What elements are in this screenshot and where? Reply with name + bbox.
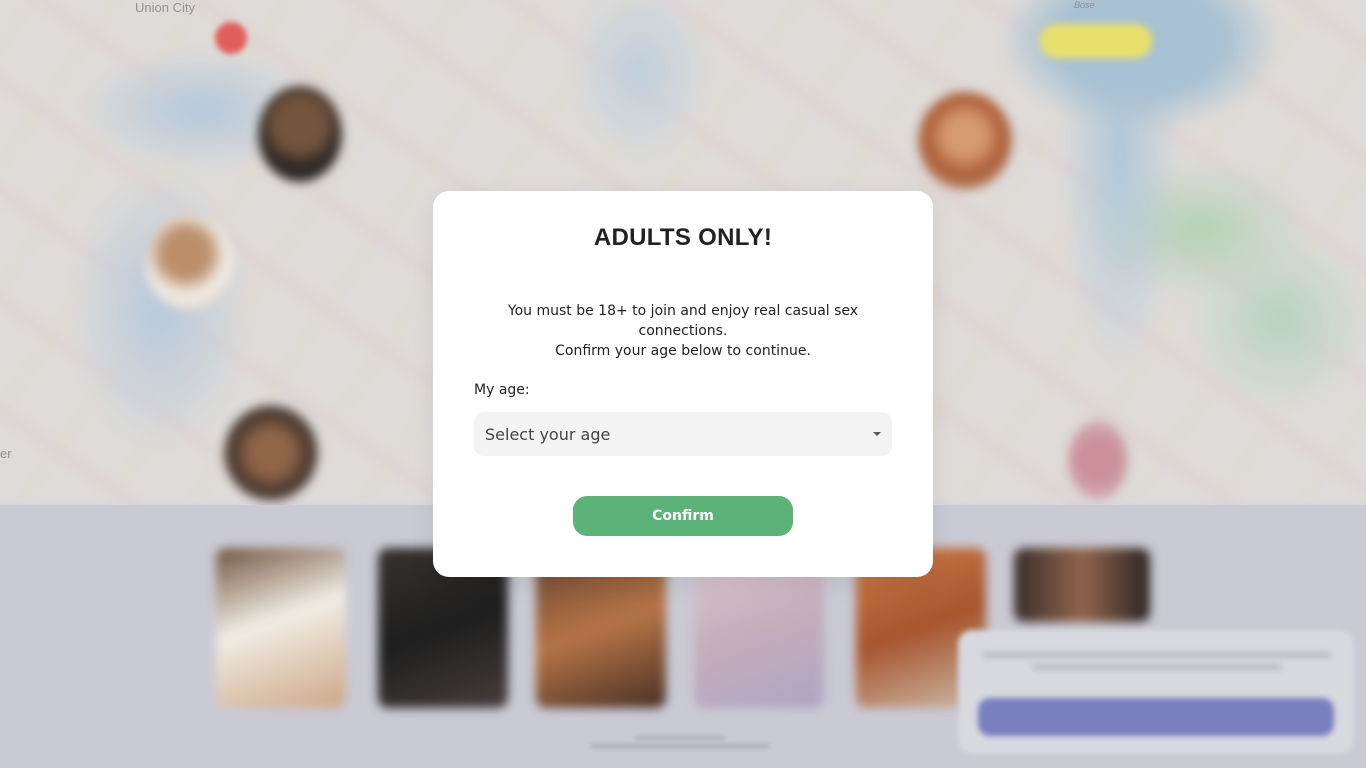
age-label: My age: — [474, 382, 530, 398]
description-line-1: You must be 18+ to join and enjoy real c… — [507, 303, 859, 339]
description-line-2: Confirm your age below to continue. — [555, 343, 811, 359]
confirm-button[interactable]: Confirm — [573, 496, 793, 536]
modal-title: ADULTS ONLY! — [593, 224, 773, 251]
age-verification-modal: ADULTS ONLY! You must be 18+ to join and… — [433, 191, 933, 577]
age-select[interactable]: Select your age — [474, 412, 892, 456]
caret-down-icon — [873, 432, 881, 436]
age-select-value: Select your age — [485, 424, 611, 444]
modal-description: You must be 18+ to join and enjoy real c… — [463, 301, 903, 361]
